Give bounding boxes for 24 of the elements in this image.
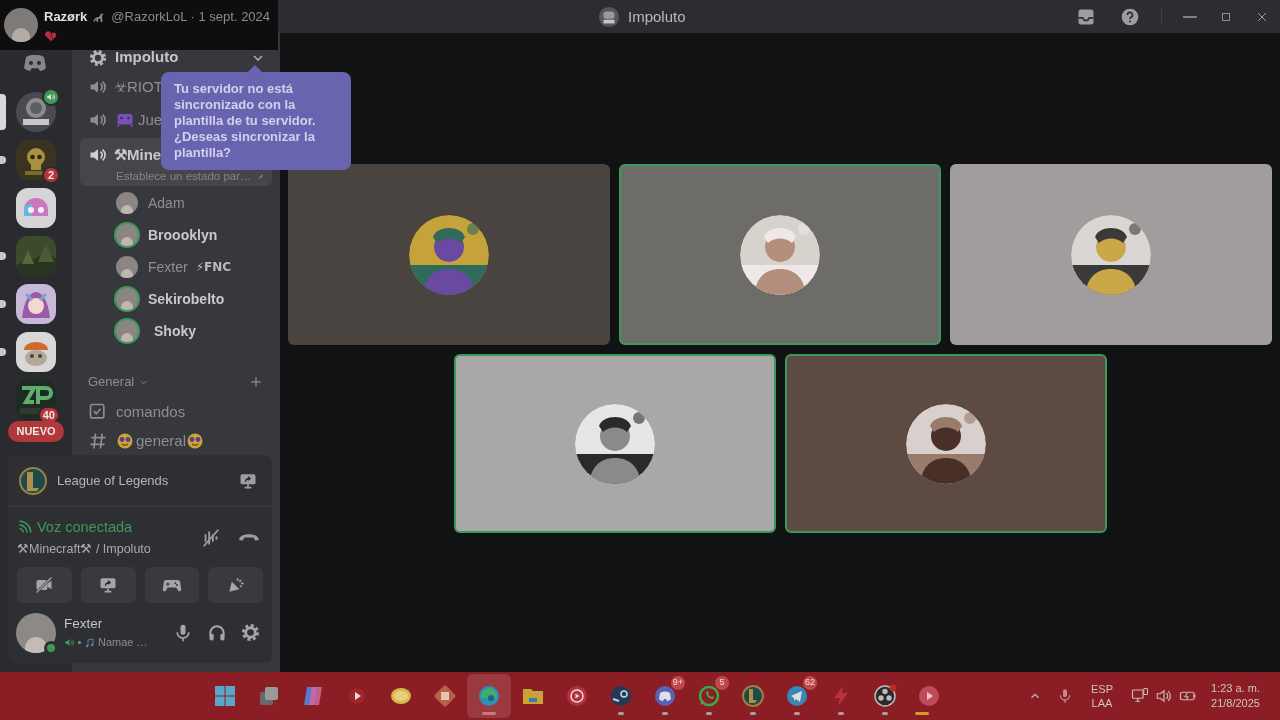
member-name: Sekirobelto	[148, 289, 225, 309]
member-name: Adam	[148, 193, 185, 213]
clan-tag: ⚡FNC	[195, 258, 232, 276]
channel-name: general	[136, 430, 187, 451]
window-title: Impoluto	[628, 7, 686, 27]
user-status: Namae …	[98, 635, 148, 651]
user-name: Fexter	[64, 615, 104, 634]
new-badge: NUEVO	[8, 421, 64, 442]
notification-badge: 5	[715, 676, 729, 690]
member-name: Fexter	[148, 257, 188, 277]
notification-badge: 62	[803, 676, 817, 690]
category-name: General	[88, 373, 135, 392]
tweet-handle: @RazorkLoL · 1 sept. 2024	[111, 8, 271, 27]
activity-name: League of Legends	[57, 471, 170, 490]
tooltip-text: Tu servidor no está sincronizado con la plantilla de tu servidor. ¿Deseas sincronizar la plantilla?	[174, 81, 317, 161]
channel-name: Jue	[138, 110, 163, 130]
channel-name: ⚒Mine	[114, 145, 162, 165]
member-name: Shoky	[154, 321, 196, 341]
notification-badge: 9+	[670, 676, 685, 690]
channel-name: ☣RIOT	[114, 77, 163, 97]
notification-badge: 2	[42, 166, 60, 184]
author-name: Razørk	[44, 8, 88, 27]
channel-name: comandos	[116, 401, 186, 422]
member-name: Broooklyn	[148, 225, 218, 245]
